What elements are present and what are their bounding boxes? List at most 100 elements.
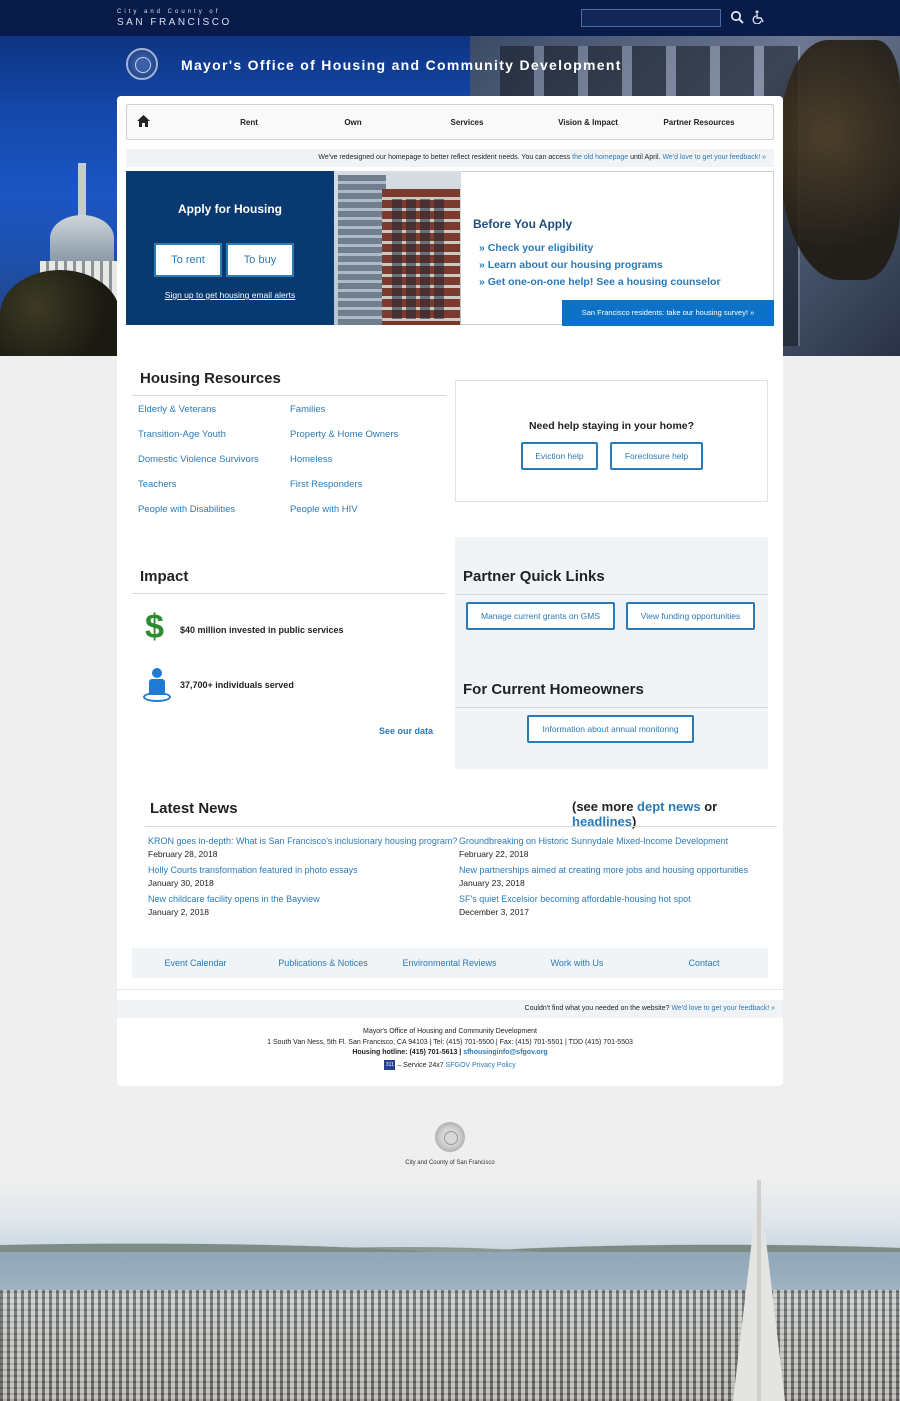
top-bar: City and County of SAN FRANCISCO	[0, 0, 900, 36]
site-title[interactable]: Mayor's Office of Housing and Community …	[181, 57, 622, 73]
footer-contact[interactable]: Contact	[679, 948, 729, 978]
funding-opportunities-button[interactable]: View funding opportunities	[626, 602, 755, 630]
dollar-icon: $	[145, 608, 164, 646]
news-item-title[interactable]: Groundbreaking on Historic Sunnydale Mix…	[459, 836, 728, 846]
search-icon[interactable]	[729, 10, 745, 26]
news-item-date: December 3, 2017	[459, 907, 529, 917]
news-item-title[interactable]: KRON goes in-depth: What is San Francisc…	[148, 836, 457, 846]
housing-resources-title: Housing Resources	[140, 370, 281, 387]
help-question: Need help staying in your home?	[528, 420, 695, 432]
search-input[interactable]	[581, 9, 721, 27]
background-foliage	[0, 270, 120, 356]
nav-own[interactable]: Own	[323, 105, 383, 141]
divider	[117, 989, 783, 990]
service-text: – Service 24x7	[395, 1061, 444, 1069]
before-you-apply: Before You Apply » Check your eligibilit…	[461, 171, 774, 326]
address-line: 1 South Van Ness, 5th Fl. San Francisco,…	[267, 1039, 633, 1046]
resource-elderly-veterans[interactable]: Elderly & Veterans	[138, 404, 216, 415]
mohcd-seal-icon	[126, 48, 158, 80]
footer-environmental-reviews[interactable]: Environmental Reviews	[397, 948, 502, 978]
nav-services[interactable]: Services	[432, 105, 502, 141]
divider	[145, 826, 777, 827]
see-our-data-link[interactable]: See our data	[379, 726, 433, 736]
main-nav: Rent Own Services Vision & Impact Partne…	[126, 104, 774, 140]
divider	[132, 593, 446, 594]
annual-monitoring-button[interactable]: Information about annual monitoring	[527, 715, 694, 743]
footer-event-calendar[interactable]: Event Calendar	[148, 948, 243, 978]
resource-first-responders[interactable]: First Responders	[290, 479, 362, 490]
privacy-policy-link[interactable]: SFGOV Privacy Policy	[446, 1062, 516, 1069]
redesign-notice: We've redesigned our homepage to better …	[126, 149, 774, 167]
divider	[455, 594, 768, 595]
help-staying-box: Need help staying in your home? Eviction…	[455, 380, 768, 502]
apply-for-housing: Apply for Housing To rent To buy Sign up…	[126, 171, 334, 325]
feedback-link[interactable]: We'd love to get your feedback! »	[662, 154, 766, 161]
counselor-link[interactable]: » Get one-on-one help! See a housing cou…	[479, 276, 721, 288]
home-icon[interactable]	[137, 115, 151, 129]
email-link[interactable]: sfhousinginfo@sfgov.org	[463, 1049, 547, 1056]
to-buy-button[interactable]: To buy	[226, 243, 294, 277]
before-title: Before You Apply	[473, 217, 573, 231]
feedback-bar: Couldn't find what you needed on the web…	[117, 1000, 783, 1018]
eligibility-link[interactable]: » Check your eligibility	[479, 242, 593, 254]
main-panel: Rent Own Services Vision & Impact Partne…	[117, 96, 783, 1086]
city-logo[interactable]: City and County of SAN FRANCISCO	[117, 9, 232, 28]
news-item-date: February 22, 2018	[459, 849, 529, 859]
email-alerts-link[interactable]: Sign up to get housing email alerts	[126, 290, 334, 300]
city-panorama	[0, 1180, 900, 1401]
resource-families[interactable]: Families	[290, 404, 325, 415]
resource-homeless[interactable]: Homeless	[290, 454, 332, 465]
city-logo-small: City and County of	[117, 9, 221, 15]
foreclosure-help-button[interactable]: Foreclosure help	[610, 442, 703, 470]
footer-nav: Event Calendar Publications & Notices En…	[132, 948, 768, 978]
manage-grants-button[interactable]: Manage current grants on GMS	[466, 602, 615, 630]
hotline-label: Housing hotline: (415) 701-5613	[352, 1049, 458, 1056]
resource-transition-youth[interactable]: Transition-Age Youth	[138, 429, 226, 440]
nav-vision-impact[interactable]: Vision & Impact	[545, 105, 631, 141]
news-item-title[interactable]: New partnerships aimed at creating more …	[459, 865, 748, 875]
impact-title: Impact	[140, 568, 189, 585]
resource-disabilities[interactable]: People with Disabilities	[138, 504, 235, 515]
divider	[132, 395, 446, 396]
resource-hiv[interactable]: People with HIV	[290, 504, 358, 515]
news-item-title[interactable]: New childcare facility opens in the Bayv…	[148, 894, 320, 904]
impact-stat-investment: $40 million invested in public services	[180, 625, 344, 635]
divider	[455, 707, 768, 708]
resource-owners[interactable]: Property & Home Owners	[290, 429, 398, 440]
footer-feedback-link[interactable]: We'd love to get your feedback! »	[671, 1005, 775, 1012]
news-item-date: January 2, 2018	[148, 907, 209, 917]
see-more-or: or	[700, 799, 718, 814]
hotline-line: Housing hotline: (415) 701-5613 | sfhous…	[352, 1049, 548, 1056]
old-homepage-link[interactable]: the old homepage	[572, 154, 628, 161]
city-county-label: City and County of San Francisco	[405, 1160, 495, 1166]
nav-rent[interactable]: Rent	[219, 105, 279, 141]
news-item-title[interactable]: SF's quiet Excelsior becoming affordable…	[459, 894, 691, 904]
311-badge-icon[interactable]: 311	[384, 1060, 396, 1070]
news-item-date: January 30, 2018	[148, 878, 214, 888]
resource-teachers[interactable]: Teachers	[138, 479, 177, 490]
impact-stat-individuals: 37,700+ individuals served	[180, 680, 294, 690]
city-seal-icon[interactable]	[435, 1122, 465, 1152]
programs-link[interactable]: » Learn about our housing programs	[479, 259, 663, 271]
news-item-date: January 23, 2018	[459, 878, 525, 888]
resource-dv-survivors[interactable]: Domestic Violence Survivors	[138, 454, 259, 465]
housing-photo	[334, 171, 461, 325]
accessibility-icon[interactable]	[751, 10, 767, 26]
homeowners-title: For Current Homeowners	[463, 681, 644, 698]
footer-publications[interactable]: Publications & Notices	[268, 948, 378, 978]
latest-news-title: Latest News	[150, 800, 238, 817]
partner-links-title: Partner Quick Links	[463, 568, 605, 585]
apply-title: Apply for Housing	[178, 202, 282, 216]
background-tree	[780, 40, 900, 280]
nav-partner-resources[interactable]: Partner Resources	[649, 105, 749, 141]
city-logo-big: SAN FRANCISCO	[117, 17, 232, 28]
to-rent-button[interactable]: To rent	[154, 243, 222, 277]
service-line: 311 – Service 24x7 SFGOV Privacy Policy	[117, 1060, 783, 1070]
footer-work-with-us[interactable]: Work with Us	[537, 948, 617, 978]
news-item-title[interactable]: Holly Courts transformation featured in …	[148, 865, 358, 875]
couldnt-find-text: Couldn't find what you needed on the web…	[524, 1005, 672, 1012]
dept-news-link[interactable]: dept news	[637, 799, 701, 814]
survey-button[interactable]: San Francisco residents: take our housin…	[562, 300, 774, 326]
notice-text-after: until April.	[628, 154, 663, 161]
eviction-help-button[interactable]: Eviction help	[521, 442, 598, 470]
